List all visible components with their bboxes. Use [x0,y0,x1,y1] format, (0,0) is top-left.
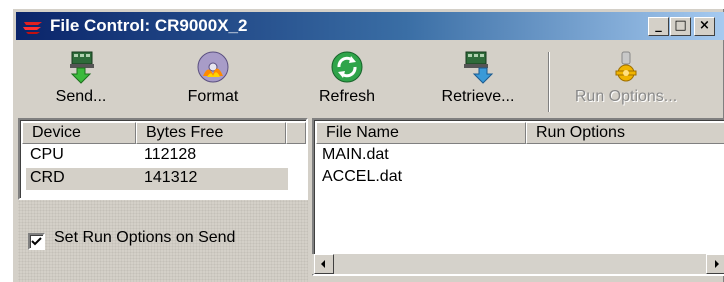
close-icon: × [699,18,710,33]
run-options-icon [615,51,637,82]
send-label: Send... [55,88,107,105]
file-name: ACCEL.dat [322,168,403,185]
arrow-right-icon [715,260,719,268]
maximize-icon: □ [674,18,687,33]
maximize-button[interactable]: □ [670,17,691,36]
refresh-label: Refresh [318,88,376,105]
refresh-button[interactable]: Refresh [300,48,394,116]
column-header-file-name[interactable]: File Name [316,122,526,144]
title-bar[interactable]: File Control: CR9000X_2 _ □ × [16,12,724,40]
close-button[interactable]: × [694,17,715,36]
set-run-options-checkbox[interactable] [28,233,45,250]
bytes-free-value: 112128 [144,146,197,163]
set-run-options-label[interactable]: Set Run Options on Send [54,229,235,247]
file-name: MAIN.dat [322,146,389,163]
scroll-left-button[interactable] [314,254,334,274]
column-header-filler [286,122,306,144]
format-icon [197,51,229,83]
device-name: CRD [30,169,65,186]
checkmark-icon [31,237,42,246]
toolbar-separator [548,52,550,112]
scroll-right-button[interactable] [706,254,724,274]
column-header-bytes-free[interactable]: Bytes Free [136,122,286,144]
device-name: CPU [30,146,64,163]
refresh-icon [331,51,363,83]
send-button[interactable]: Send... [34,48,128,116]
column-header-run-options[interactable]: Run Options [526,122,724,144]
device-row-crd[interactable]: CRD 141312 [26,168,288,190]
device-list: Device Bytes Free CPU 112128 CRD 141312 [18,118,308,200]
window-title: File Control: CR9000X_2 [50,16,248,35]
file-control-window: File Control: CR9000X_2 _ □ × Send... Fo… [12,8,724,282]
retrieve-icon [464,51,494,84]
minimize-icon: _ [655,18,662,33]
arrow-left-icon [321,260,325,268]
column-header-device[interactable]: Device [22,122,136,144]
format-button[interactable]: Format [166,48,260,116]
send-icon [70,51,94,84]
minimize-button[interactable]: _ [648,17,669,36]
horizontal-scrollbar[interactable] [312,254,724,274]
bytes-free-value: 141312 [144,169,198,186]
toolbar: Send... Format Refresh Retrieve... Run O… [16,46,724,118]
format-label: Format [187,88,239,105]
run-options-label: Run Options... [574,88,678,105]
file-list: File Name Run Options MAIN.dat ACCEL.dat [312,118,724,276]
app-icon [23,22,42,34]
retrieve-label: Retrieve... [441,88,515,105]
run-options-button[interactable]: Run Options... [564,48,688,116]
retrieve-button[interactable]: Retrieve... [426,48,530,116]
